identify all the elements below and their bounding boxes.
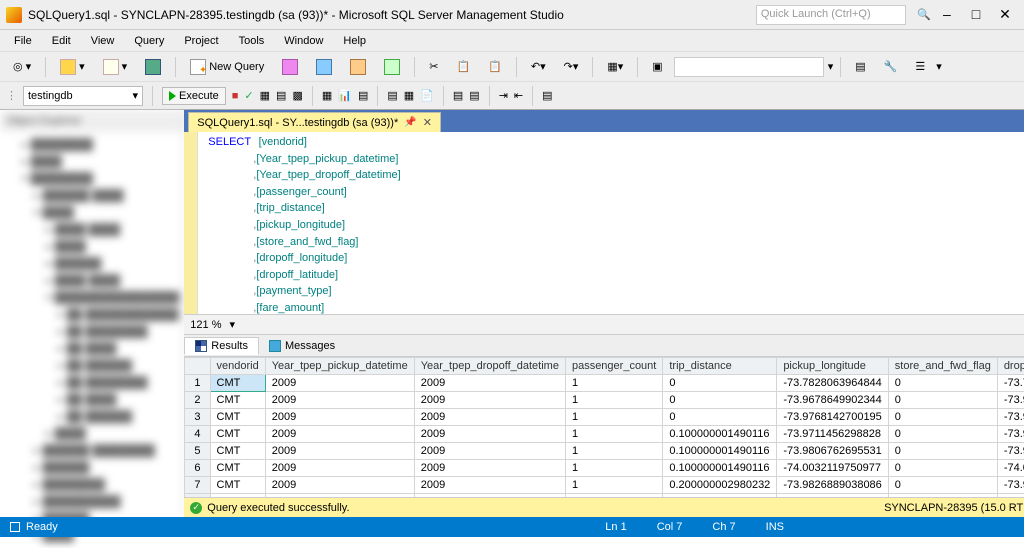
include-plan-button[interactable]: ▦ <box>322 89 332 102</box>
include-stats-button[interactable]: 📊 <box>338 89 352 102</box>
title-bar: SQLQuery1.sql - SYNCLAPN-28395.testingdb… <box>0 0 1024 30</box>
zoom-level[interactable]: 121 % <box>190 319 221 331</box>
status-ins: INS <box>766 521 784 533</box>
outdent-button[interactable]: ⇤ <box>514 89 523 102</box>
find-button[interactable]: ▣ <box>645 57 669 76</box>
status-server: SYNCLAPN-28395 (15.0 RTM) <box>884 502 1024 514</box>
document-tab-well: SQLQuery1.sql - SY...testingdb (sa (93))… <box>184 110 1024 132</box>
open-file-button[interactable]: ▾ <box>96 56 135 78</box>
db-engine-query-button[interactable] <box>275 56 305 78</box>
close-tab-icon[interactable]: ✕ <box>423 116 432 129</box>
activity-monitor-button[interactable]: 🔧 <box>877 57 905 76</box>
database-selector[interactable]: testingdb▾ <box>23 86 143 106</box>
copy-button[interactable]: 📋 <box>449 57 477 76</box>
menu-bar: File Edit View Query Project Tools Windo… <box>0 30 1024 52</box>
new-project-button[interactable]: ▾ <box>53 56 92 78</box>
menu-query[interactable]: Query <box>126 33 172 49</box>
results-grid-button[interactable]: ▦ <box>404 89 414 102</box>
maximize-button[interactable]: □ <box>963 6 989 22</box>
document-tab[interactable]: SQLQuery1.sql - SY...testingdb (sa (93))… <box>188 112 441 132</box>
main-toolbar: ◎▾ ▾ ▾ ✦New Query ✂ 📋 📋 ↶▾ ↷▾ ▦▾ ▣ ▾ ▤ 🔧… <box>0 52 1024 82</box>
new-query-button[interactable]: ✦New Query <box>183 56 271 78</box>
execute-button[interactable]: Execute <box>162 87 226 105</box>
sqlcmd-mode-button[interactable]: ▤ <box>358 89 368 102</box>
pin-icon[interactable]: 📌 <box>404 117 416 128</box>
minimize-button[interactable]: – <box>934 6 960 22</box>
parse-button[interactable]: ✓ <box>244 89 253 102</box>
play-icon <box>169 91 176 101</box>
sql-toolbar: ⋮ testingdb▾ Execute ■ ✓ ▦ ▤ ▩ ▦ 📊 ▤ ▤ ▦… <box>0 82 1024 110</box>
results-tab-strip: Results Messages <box>184 335 1024 357</box>
message-icon <box>269 340 281 352</box>
query-status-bar: ✓ Query executed successfully. SYNCLAPN-… <box>184 497 1024 517</box>
search-icon[interactable]: 🔍 <box>914 8 934 21</box>
menu-edit[interactable]: Edit <box>44 33 79 49</box>
status-ready: Ready <box>26 521 58 533</box>
properties-button[interactable]: ▦▾ <box>600 57 630 76</box>
menu-project[interactable]: Project <box>176 33 226 49</box>
display-plan-button[interactable]: ▦ <box>260 89 270 102</box>
cut-button[interactable]: ✂ <box>422 57 445 76</box>
results-tab[interactable]: Results <box>184 337 259 355</box>
object-explorer-panel[interactable]: Object Explorer ▸ ████████▸ ████ ▾ █████… <box>0 110 184 517</box>
find-combo[interactable] <box>674 57 824 77</box>
intellisense-button[interactable]: ▩ <box>292 89 302 102</box>
redo-button[interactable]: ↷▾ <box>557 57 586 76</box>
registered-servers-button[interactable]: ▤ <box>848 57 872 76</box>
menu-file[interactable]: File <box>6 33 40 49</box>
nav-back-button[interactable]: ◎▾ <box>6 57 38 76</box>
status-line: Ln 1 <box>605 521 626 533</box>
paste-button[interactable]: 📋 <box>481 57 509 76</box>
status-char: Ch 7 <box>712 521 735 533</box>
success-icon: ✓ <box>190 502 202 514</box>
options-button[interactable]: ☰ <box>908 57 932 76</box>
query-options-button[interactable]: ▤ <box>276 89 286 102</box>
save-button[interactable] <box>138 56 168 78</box>
menu-tools[interactable]: Tools <box>231 33 273 49</box>
status-message: Query executed successfully. <box>207 502 349 514</box>
mdx-query-button[interactable] <box>309 56 339 78</box>
document-tab-label: SQLQuery1.sql - SY...testingdb (sa (93))… <box>197 117 398 129</box>
ide-status-bar: Ready Ln 1 Col 7 Ch 7 INS <box>0 517 1024 537</box>
comment-button[interactable]: ▤ <box>453 89 463 102</box>
specify-values-button[interactable]: ▤ <box>542 89 552 102</box>
menu-view[interactable]: View <box>83 33 123 49</box>
xmla-query-button[interactable] <box>377 56 407 78</box>
grid-icon <box>195 340 207 352</box>
uncomment-button[interactable]: ▤ <box>469 89 479 102</box>
menu-window[interactable]: Window <box>276 33 331 49</box>
indent-button[interactable]: ⇥ <box>499 89 508 102</box>
results-text-button[interactable]: ▤ <box>387 89 397 102</box>
app-icon <box>6 7 22 23</box>
results-file-button[interactable]: 📄 <box>420 89 434 102</box>
status-col: Col 7 <box>657 521 683 533</box>
stop-button[interactable]: ■ <box>232 90 239 102</box>
undo-button[interactable]: ↶▾ <box>524 57 553 76</box>
dmx-query-button[interactable] <box>343 56 373 78</box>
close-button[interactable]: ✕ <box>992 6 1018 23</box>
results-grid[interactable]: vendoridYear_tpep_pickup_datetimeYear_tp… <box>184 357 1024 497</box>
sql-editor[interactable]: SELECT [vendorid] ,[Year_tpep_pickup_dat… <box>184 132 1024 315</box>
messages-tab[interactable]: Messages <box>259 338 345 354</box>
quick-launch-input[interactable]: Quick Launch (Ctrl+Q) <box>756 5 906 25</box>
menu-help[interactable]: Help <box>335 33 374 49</box>
window-title: SQLQuery1.sql - SYNCLAPN-28395.testingdb… <box>28 8 564 22</box>
